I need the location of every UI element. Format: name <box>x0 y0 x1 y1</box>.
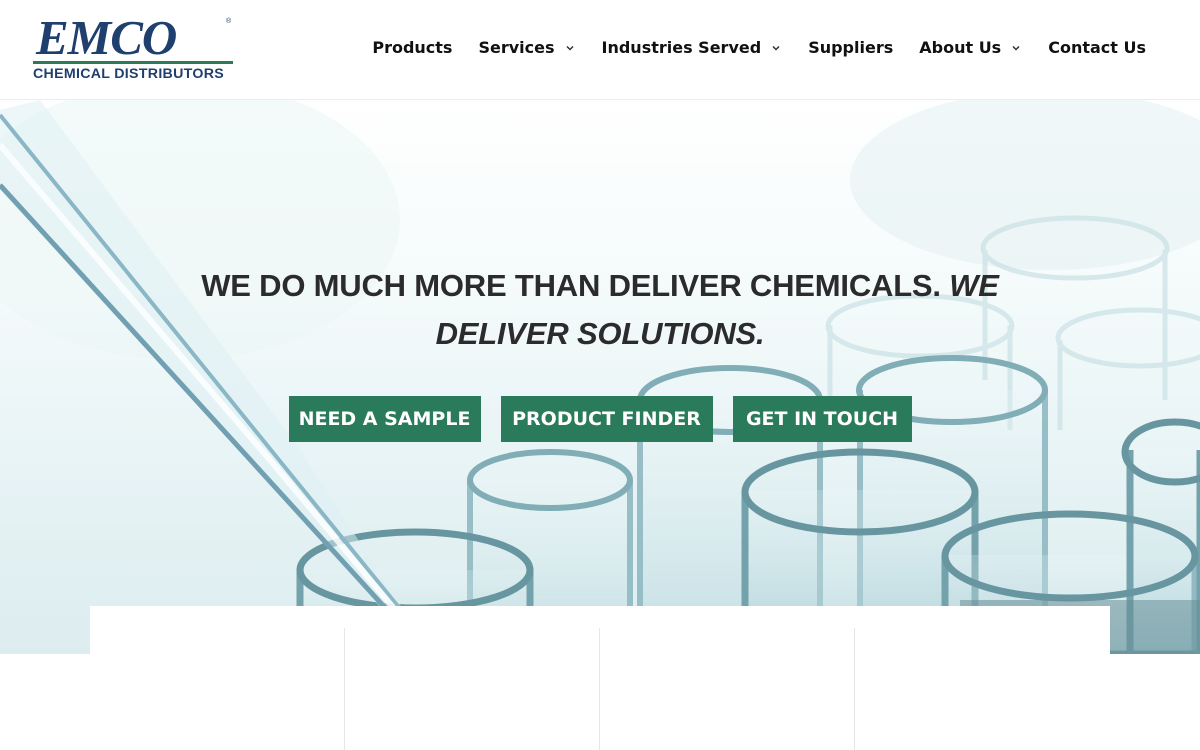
headline-main: WE DO MUCH MORE THAN DELIVER CHEMICALS. <box>201 268 941 303</box>
registered-mark: ® <box>226 18 232 25</box>
nav-label: Services <box>478 38 555 57</box>
hero-section: WE DO MUCH MORE THAN DELIVER CHEMICALS. … <box>0 100 1200 654</box>
logo-tagline: CHEMICAL DISTRIBUTORS <box>33 66 225 82</box>
cta-button-row: NEED A SAMPLE PRODUCT FINDER GET IN TOUC… <box>0 396 1200 442</box>
chevron-down-icon <box>564 42 576 54</box>
product-finder-button[interactable]: PRODUCT FINDER <box>500 396 713 442</box>
column-divider <box>344 628 345 750</box>
need-a-sample-button[interactable]: NEED A SAMPLE <box>288 396 481 442</box>
chevron-down-icon <box>770 42 782 54</box>
get-in-touch-button[interactable]: GET IN TOUCH <box>732 396 912 442</box>
nav-item-services[interactable]: Services <box>478 38 575 57</box>
column-divider <box>854 628 855 750</box>
logo-wordmark: EMCO <box>36 10 177 65</box>
emco-logo[interactable]: EMCO ® CHEMICAL DISTRIBUTORS <box>33 10 235 84</box>
nav-item-industries-served[interactable]: Industries Served <box>602 38 783 57</box>
feature-card-panel <box>90 606 1110 750</box>
logo-rule <box>33 61 233 64</box>
nav-item-contact-us[interactable]: Contact Us <box>1048 38 1146 57</box>
nav-item-suppliers[interactable]: Suppliers <box>808 38 893 57</box>
main-nav: Products Services Industries Served Supp… <box>346 38 1146 57</box>
hero-headline: WE DO MUCH MORE THAN DELIVER CHEMICALS. … <box>150 262 1050 358</box>
nav-label: Products <box>372 38 453 57</box>
nav-label: Suppliers <box>808 38 894 57</box>
nav-label: About Us <box>919 38 1002 57</box>
nav-item-products[interactable]: Products <box>372 38 452 57</box>
lab-glassware-background <box>0 100 1200 654</box>
nav-label: Contact Us <box>1048 38 1146 57</box>
site-header: EMCO ® CHEMICAL DISTRIBUTORS Products Se… <box>0 0 1200 100</box>
nav-item-about-us[interactable]: About Us <box>919 38 1022 57</box>
chevron-down-icon <box>1010 42 1022 54</box>
column-divider <box>599 628 600 750</box>
nav-label: Industries Served <box>601 38 762 57</box>
